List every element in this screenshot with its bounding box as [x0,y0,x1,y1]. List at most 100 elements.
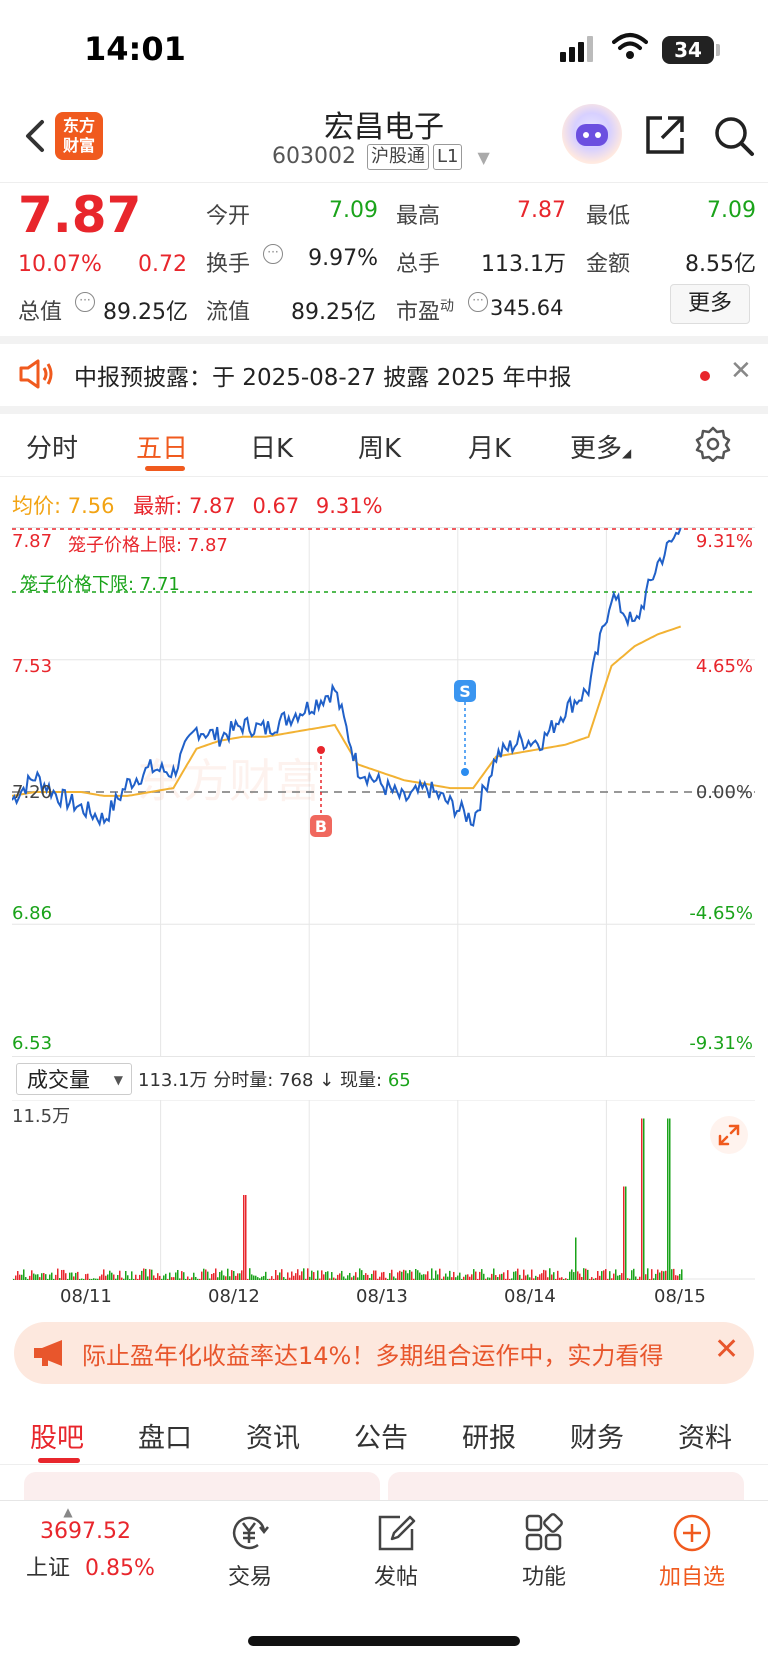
volume-bar [35,1274,37,1280]
volume-bar [355,1272,357,1280]
tab-daily-k[interactable]: 日K [250,428,293,465]
volume-bar [401,1271,403,1280]
report-notice-bar[interactable]: 中报预披露：于 2025-08-27 披露 2025 年中报 ✕ [0,344,768,406]
stock-code-row[interactable]: 603002 沪股通 L1 ▼ [272,144,490,170]
volume-bar [17,1271,19,1280]
volume-bar [543,1269,545,1280]
volume-bar [177,1269,179,1280]
close-icon[interactable]: ✕ [714,1332,739,1367]
volume-bar [557,1270,559,1280]
post-button[interactable]: 发帖 [346,1513,446,1591]
tab-announcements[interactable]: 公告 [354,1416,408,1455]
add-watchlist-button[interactable]: 加自选 [642,1513,742,1591]
volume-bar [481,1269,483,1280]
info-icon[interactable]: ··· [75,292,95,312]
caret-up-icon: ▲ [63,1505,73,1519]
y-label-5: 6.53 [12,1033,53,1054]
sell-marker-label: S [459,682,471,701]
volume-bar [443,1276,445,1280]
volume-bar [155,1277,157,1280]
close-icon[interactable]: ✕ [730,356,752,386]
volume-bar [445,1273,447,1280]
volume-bar [253,1275,255,1280]
buy-marker-label: B [315,817,327,836]
tab-intraday[interactable]: 分时 [26,428,78,465]
volume-bar [47,1279,49,1280]
more-quote-button[interactable]: 更多 [670,284,750,324]
info-icon[interactable]: ··· [263,244,283,264]
tab-research[interactable]: 研报 [462,1416,516,1455]
tab-orderbook[interactable]: 盘口 [138,1416,192,1455]
volume-bar [427,1271,429,1280]
volume-bar [649,1279,651,1280]
megaphone-icon [34,1340,62,1366]
float-label: 流值 [206,300,251,325]
divider [0,336,768,344]
volume-bar [63,1269,65,1280]
volume-bar [677,1275,679,1280]
tab-guba[interactable]: 股吧 [30,1416,84,1455]
volume-bar [447,1276,449,1280]
volume-bar [625,1186,627,1280]
volume-bar [241,1270,243,1280]
indicator-select[interactable]: 成交量 ▼ [16,1063,132,1095]
volume-bar [31,1270,33,1280]
volume-bar [519,1274,521,1280]
volume-bar [93,1278,95,1280]
tab-monthly-k[interactable]: 月K [468,428,511,465]
index-percent: 0.85% [85,1556,155,1581]
features-button[interactable]: 功能 [494,1513,594,1591]
volume-bar [493,1268,495,1280]
wifi-icon [612,33,648,59]
latest-label: 最新: [133,494,183,518]
volume-bar [321,1270,323,1280]
volume-bar [517,1268,519,1280]
y-label-4: 6.86 [12,903,53,924]
indicator-select-label: 成交量 [27,1068,90,1092]
level-tag: L1 [432,144,463,170]
volume-bar [119,1270,121,1280]
now-vol-value: 65 [387,1070,411,1091]
tab-weekly-k[interactable]: 周K [358,428,401,465]
volume-bar [579,1273,581,1280]
volume-bar [437,1274,439,1280]
settings-gear-icon[interactable] [695,426,731,462]
search-icon[interactable] [712,114,756,158]
tab-news[interactable]: 资讯 [246,1416,300,1455]
info-icon[interactable]: ··· [468,292,488,312]
volume-bar [213,1273,215,1280]
volume-bar [185,1279,187,1280]
five-day-chart[interactable]: 东方财富 B S 7.87 笼子价格上限: 7.87 笼子价格下限: 7.71 … [11,527,755,1057]
volume-bar [357,1277,359,1280]
tab-profile[interactable]: 资料 [678,1416,732,1455]
volume-bar [551,1274,553,1280]
volume-bar [635,1276,637,1280]
volume-bar [645,1274,647,1280]
promo-banner[interactable]: 际止盈年化收益率达14%！多期组合运作中，实力看得 ✕ [14,1322,754,1384]
volume-bar [285,1279,287,1280]
volume-bar [541,1273,543,1280]
tab-more[interactable]: 更多◢ [570,428,631,465]
volume-bar [573,1272,575,1280]
trade-button[interactable]: 交易 [200,1513,300,1591]
volume-bar [371,1273,373,1280]
tab-five-day[interactable]: 五日 [136,428,188,465]
volume-bar [621,1273,623,1280]
volume-bar [107,1274,109,1280]
ai-assistant-avatar[interactable] [562,104,622,164]
volume-bar [667,1118,669,1280]
volume-bar [361,1270,363,1280]
share-icon[interactable] [644,114,686,156]
tab-financials[interactable]: 财务 [570,1416,624,1455]
volume-bar [345,1278,347,1280]
volume-bar [281,1269,283,1280]
amount-value: 8.55亿 [685,252,756,277]
index-ticker[interactable]: ▲ 3697.52 上证 0.85% [18,1505,158,1582]
volume-chart[interactable]: 11.5万 [12,1099,755,1280]
low-label: 最低 [586,204,631,229]
volume-bar [113,1274,115,1280]
volume-bar [491,1273,493,1280]
volume-bar [67,1279,69,1280]
volume-bar [595,1277,597,1280]
expand-chart-button[interactable] [710,1116,748,1154]
